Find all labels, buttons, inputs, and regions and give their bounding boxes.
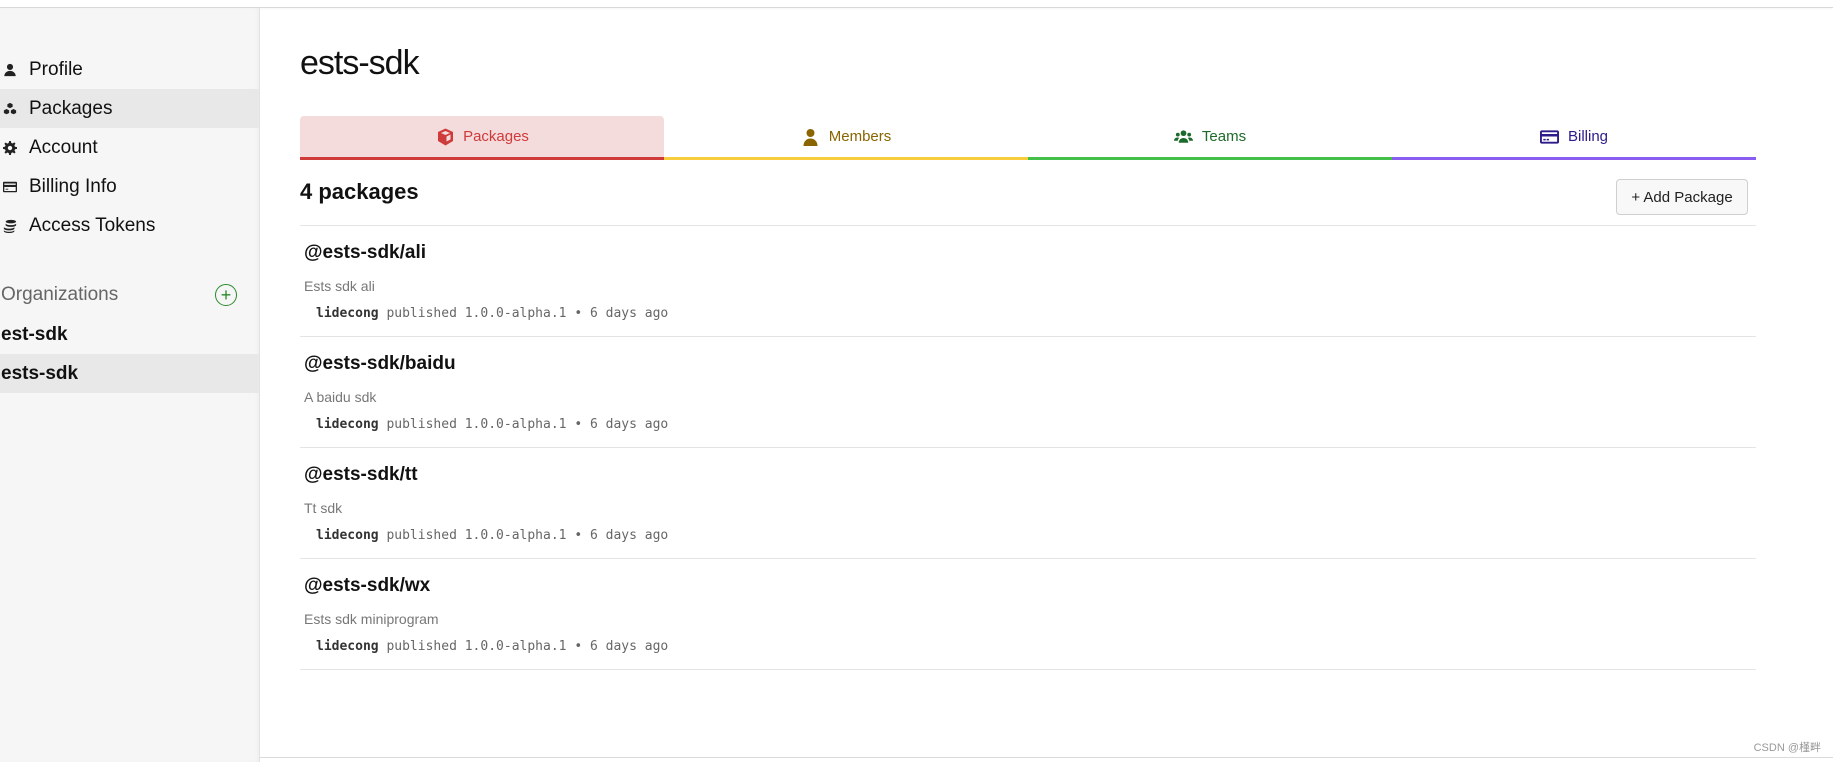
cube-icon — [435, 128, 455, 146]
package-name-link[interactable]: @ests-sdk/baidu — [304, 353, 456, 375]
package-description: A baidu sdk — [304, 389, 377, 405]
gear-icon — [2, 140, 18, 156]
package-description: Ests sdk ali — [304, 278, 375, 294]
package-version: 1.0.0-alpha.1 — [464, 528, 567, 543]
org-item-ests-sdk[interactable]: ests-sdk — [0, 354, 259, 393]
package-time: 6 days ago — [589, 639, 669, 654]
package-list: @ests-sdk/ali Ests sdk ali lidecong publ… — [300, 226, 1756, 670]
organizations-header: Organizations + — [1, 278, 237, 312]
tab-teams[interactable]: Teams — [1028, 116, 1392, 160]
package-meta: lidecong published 1.0.0-alpha.1 • 6 day… — [316, 639, 668, 654]
top-bar — [0, 0, 1833, 8]
package-item: @ests-sdk/wx Ests sdk miniprogram lideco… — [300, 559, 1756, 670]
sidebar-item-billing-info[interactable]: Billing Info — [0, 167, 259, 206]
package-action: published — [386, 528, 457, 543]
package-item: @ests-sdk/baidu A baidu sdk lidecong pub… — [300, 337, 1756, 448]
sidebar-item-access-tokens[interactable]: Access Tokens — [0, 206, 259, 245]
org-item-est-sdk[interactable]: est-sdk — [0, 315, 259, 354]
sidebar-item-label: Packages — [29, 97, 113, 119]
package-meta: lidecong published 1.0.0-alpha.1 • 6 day… — [316, 306, 668, 321]
package-action: published — [386, 417, 457, 432]
package-action: published — [386, 639, 457, 654]
coins-icon — [2, 218, 18, 234]
user-icon — [2, 62, 18, 78]
separator: • — [574, 528, 583, 543]
package-author-link[interactable]: lidecong — [316, 306, 379, 321]
tab-label: Members — [828, 128, 892, 145]
package-version: 1.0.0-alpha.1 — [464, 417, 567, 432]
tab-label: Packages — [463, 128, 529, 145]
package-time: 6 days ago — [589, 306, 669, 321]
tab-members[interactable]: Members — [664, 116, 1028, 160]
sidebar-item-label: Access Tokens — [29, 214, 156, 236]
org-tabs: Packages Members Teams Billing — [300, 116, 1756, 160]
separator: • — [574, 639, 583, 654]
organizations-label: Organizations — [1, 284, 119, 305]
cubes-icon — [2, 101, 18, 117]
credit-card-icon — [1540, 128, 1560, 146]
sidebar-item-packages[interactable]: Packages — [0, 89, 259, 128]
user-icon — [801, 128, 821, 146]
sidebar-item-account[interactable]: Account — [0, 128, 259, 167]
package-author-link[interactable]: lidecong — [316, 639, 379, 654]
package-author-link[interactable]: lidecong — [316, 417, 379, 432]
tab-label: Billing — [1567, 128, 1609, 145]
users-icon — [1174, 128, 1194, 146]
sidebar-item-label: Account — [29, 136, 98, 158]
sidebar: Profile Packages Account Billing Info Ac… — [0, 8, 260, 762]
sidebar-item-profile[interactable]: Profile — [0, 50, 259, 89]
tab-billing[interactable]: Billing — [1392, 116, 1756, 160]
sidebar-item-label: Profile — [29, 58, 83, 80]
plus-circle-icon[interactable]: + — [215, 284, 237, 306]
package-meta: lidecong published 1.0.0-alpha.1 • 6 day… — [316, 417, 668, 432]
package-description: Tt sdk — [304, 500, 343, 516]
separator: • — [574, 306, 583, 321]
package-meta: lidecong published 1.0.0-alpha.1 • 6 day… — [316, 528, 668, 543]
page-title: ests-sdk — [300, 44, 420, 82]
sidebar-item-label: Billing Info — [29, 175, 117, 197]
package-name-link[interactable]: @ests-sdk/ali — [304, 242, 426, 264]
package-version: 1.0.0-alpha.1 — [464, 306, 567, 321]
separator: • — [574, 417, 583, 432]
package-version: 1.0.0-alpha.1 — [464, 639, 567, 654]
package-action: published — [386, 306, 457, 321]
package-time: 6 days ago — [589, 528, 669, 543]
watermark: CSDN @槿畔 — [1753, 742, 1821, 754]
package-name-link[interactable]: @ests-sdk/wx — [304, 575, 430, 597]
tab-packages[interactable]: Packages — [300, 116, 664, 160]
package-item: @ests-sdk/ali Ests sdk ali lidecong publ… — [300, 226, 1756, 337]
package-time: 6 days ago — [589, 417, 669, 432]
add-package-button[interactable]: + Add Package — [1616, 179, 1748, 215]
tab-label: Teams — [1201, 128, 1247, 145]
credit-card-icon — [2, 179, 18, 195]
package-author-link[interactable]: lidecong — [316, 528, 379, 543]
package-name-link[interactable]: @ests-sdk/tt — [304, 464, 418, 486]
package-description: Ests sdk miniprogram — [304, 611, 439, 627]
footer-divider — [260, 757, 1833, 758]
package-count: 4 packages — [300, 179, 419, 204]
package-item: @ests-sdk/tt Tt sdk lidecong published 1… — [300, 448, 1756, 559]
